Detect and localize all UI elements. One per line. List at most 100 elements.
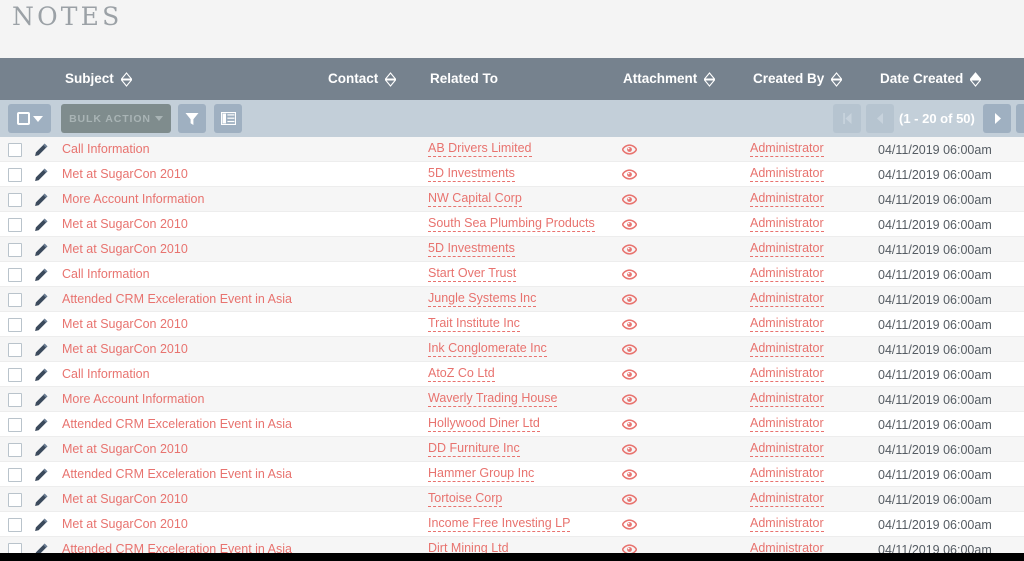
column-chooser-button[interactable]	[214, 104, 242, 133]
pencil-icon[interactable]	[34, 393, 48, 407]
pencil-icon[interactable]	[34, 318, 48, 332]
row-attachment-cell[interactable]	[622, 437, 644, 462]
row-created-by-cell[interactable]: Administrator	[750, 137, 870, 162]
related-to-link[interactable]: Waverly Trading House	[428, 392, 557, 407]
eye-icon[interactable]	[622, 444, 637, 455]
row-attachment-cell[interactable]	[622, 512, 644, 537]
row-select-cell[interactable]	[8, 362, 24, 387]
created-by-link[interactable]: Administrator	[750, 542, 824, 553]
row-created-by-cell[interactable]: Administrator	[750, 262, 870, 287]
row-checkbox[interactable]	[8, 193, 22, 207]
related-to-link[interactable]: South Sea Plumbing Products	[428, 217, 595, 232]
row-subject-cell[interactable]: Call Information	[62, 362, 312, 387]
row-checkbox[interactable]	[8, 468, 22, 482]
table-row[interactable]: Met at SugarCon 2010Tortoise CorpAdminis…	[0, 487, 1024, 512]
row-select-cell[interactable]	[8, 537, 24, 553]
table-row[interactable]: Call Information AtoZ Co Ltd Administrator…	[0, 362, 1024, 387]
row-select-cell[interactable]	[8, 287, 24, 312]
row-created-by-cell[interactable]: Administrator	[750, 237, 870, 262]
pagination-first-button[interactable]	[833, 104, 861, 133]
subject-link[interactable]: Attended CRM Exceleration Event in Asia	[62, 418, 292, 431]
row-attachment-cell[interactable]	[622, 187, 644, 212]
created-by-link[interactable]: Administrator	[750, 167, 824, 182]
row-created-by-cell[interactable]: Administrator	[750, 362, 870, 387]
subject-link[interactable]: Met at SugarCon 2010	[62, 318, 188, 331]
sort-arrows-icon[interactable]	[385, 72, 396, 87]
created-by-link[interactable]: Administrator	[750, 267, 824, 282]
created-by-link[interactable]: Administrator	[750, 292, 824, 307]
row-select-cell[interactable]	[8, 412, 24, 437]
row-checkbox[interactable]	[8, 268, 22, 282]
eye-icon[interactable]	[622, 344, 637, 355]
row-checkbox[interactable]	[8, 343, 22, 357]
row-checkbox[interactable]	[8, 418, 22, 432]
eye-icon[interactable]	[622, 469, 637, 480]
row-subject-cell[interactable]: Met at SugarCon 2010	[62, 237, 312, 262]
eye-icon[interactable]	[622, 269, 637, 280]
related-to-link[interactable]: Jungle Systems Inc	[428, 292, 536, 307]
created-by-link[interactable]: Administrator	[750, 242, 824, 257]
row-subject-cell[interactable]: Attended CRM Exceleration Event in Asia	[62, 537, 312, 553]
table-row[interactable]: Attended CRM Exceleration Event in Asia D…	[0, 537, 1024, 553]
sort-arrows-icon[interactable]	[831, 72, 842, 87]
row-edit-cell[interactable]	[34, 337, 52, 362]
related-to-link[interactable]: 5D Investments	[428, 167, 515, 182]
related-to-link[interactable]: DD Furniture Inc	[428, 442, 520, 457]
row-edit-cell[interactable]	[34, 212, 52, 237]
row-checkbox[interactable]	[8, 393, 22, 407]
eye-icon[interactable]	[622, 319, 637, 330]
created-by-link[interactable]: Administrator	[750, 192, 824, 207]
related-to-link[interactable]: AtoZ Co Ltd	[428, 367, 495, 382]
row-select-cell[interactable]	[8, 337, 24, 362]
row-created-by-cell[interactable]: Administrator	[750, 487, 870, 512]
row-created-by-cell[interactable]: Administrator	[750, 412, 870, 437]
row-attachment-cell[interactable]	[622, 287, 644, 312]
table-row[interactable]: Met at SugarCon 2010Income Free Investin…	[0, 512, 1024, 537]
table-row[interactable]: Call InformationAB Drivers LimitedAdmini…	[0, 137, 1024, 162]
pencil-icon[interactable]	[34, 418, 48, 432]
table-row[interactable]: Met at SugarCon 2010DD Furniture IncAdmi…	[0, 437, 1024, 462]
created-by-link[interactable]: Administrator	[750, 142, 824, 157]
sort-arrows-icon[interactable]	[970, 72, 981, 87]
sort-arrows-icon[interactable]	[704, 72, 715, 87]
table-row[interactable]: Met at SugarCon 2010South Sea Plumbing P…	[0, 212, 1024, 237]
row-select-cell[interactable]	[8, 237, 24, 262]
column-header-date-created[interactable]: Date Created	[880, 58, 981, 100]
related-to-link[interactable]: Dirt Mining Ltd	[428, 542, 509, 553]
table-row[interactable]: Met at SugarCon 2010 5D Investments Admini…	[0, 237, 1024, 262]
row-subject-cell[interactable]: Met at SugarCon 2010	[62, 162, 312, 187]
row-related-to-cell[interactable]: DD Furniture Inc	[428, 437, 618, 462]
row-attachment-cell[interactable]	[622, 212, 644, 237]
row-subject-cell[interactable]: Call Information	[62, 262, 312, 287]
subject-link[interactable]: Call Information	[62, 368, 150, 381]
row-related-to-cell[interactable]: 5D Investments	[428, 162, 618, 187]
table-row[interactable]: Attended CRM Exceleration Event in AsiaJ…	[0, 287, 1024, 312]
created-by-link[interactable]: Administrator	[750, 467, 824, 482]
row-related-to-cell[interactable]: Jungle Systems Inc	[428, 287, 618, 312]
related-to-link[interactable]: Trait Institute Inc	[428, 317, 520, 332]
row-checkbox[interactable]	[8, 243, 22, 257]
pagination-prev-button[interactable]	[866, 104, 894, 133]
table-row[interactable]: More Account InformationNW Capital CorpA…	[0, 187, 1024, 212]
subject-link[interactable]: Met at SugarCon 2010	[62, 493, 188, 506]
created-by-link[interactable]: Administrator	[750, 367, 824, 382]
row-subject-cell[interactable]: Met at SugarCon 2010	[62, 312, 312, 337]
related-to-link[interactable]: 5D Investments	[428, 242, 515, 257]
subject-link[interactable]: Met at SugarCon 2010	[62, 168, 188, 181]
row-attachment-cell[interactable]	[622, 162, 644, 187]
table-row[interactable]: Attended CRM Exceleration Event in AsiaH…	[0, 462, 1024, 487]
row-select-cell[interactable]	[8, 512, 24, 537]
bulk-action-button[interactable]: BULK ACTION	[61, 104, 171, 133]
row-related-to-cell[interactable]: Hollywood Diner Ltd	[428, 412, 618, 437]
related-to-link[interactable]: Hollywood Diner Ltd	[428, 417, 540, 432]
pencil-icon[interactable]	[34, 368, 48, 382]
row-attachment-cell[interactable]	[622, 387, 644, 412]
table-row[interactable]: More Account Information Waverly Trading …	[0, 387, 1024, 412]
row-checkbox[interactable]	[8, 543, 22, 554]
pagination-next-button[interactable]	[983, 104, 1011, 133]
row-attachment-cell[interactable]	[622, 137, 644, 162]
row-subject-cell[interactable]: More Account Information	[62, 387, 312, 412]
pencil-icon[interactable]	[34, 168, 48, 182]
row-checkbox[interactable]	[8, 293, 22, 307]
pencil-icon[interactable]	[34, 293, 48, 307]
